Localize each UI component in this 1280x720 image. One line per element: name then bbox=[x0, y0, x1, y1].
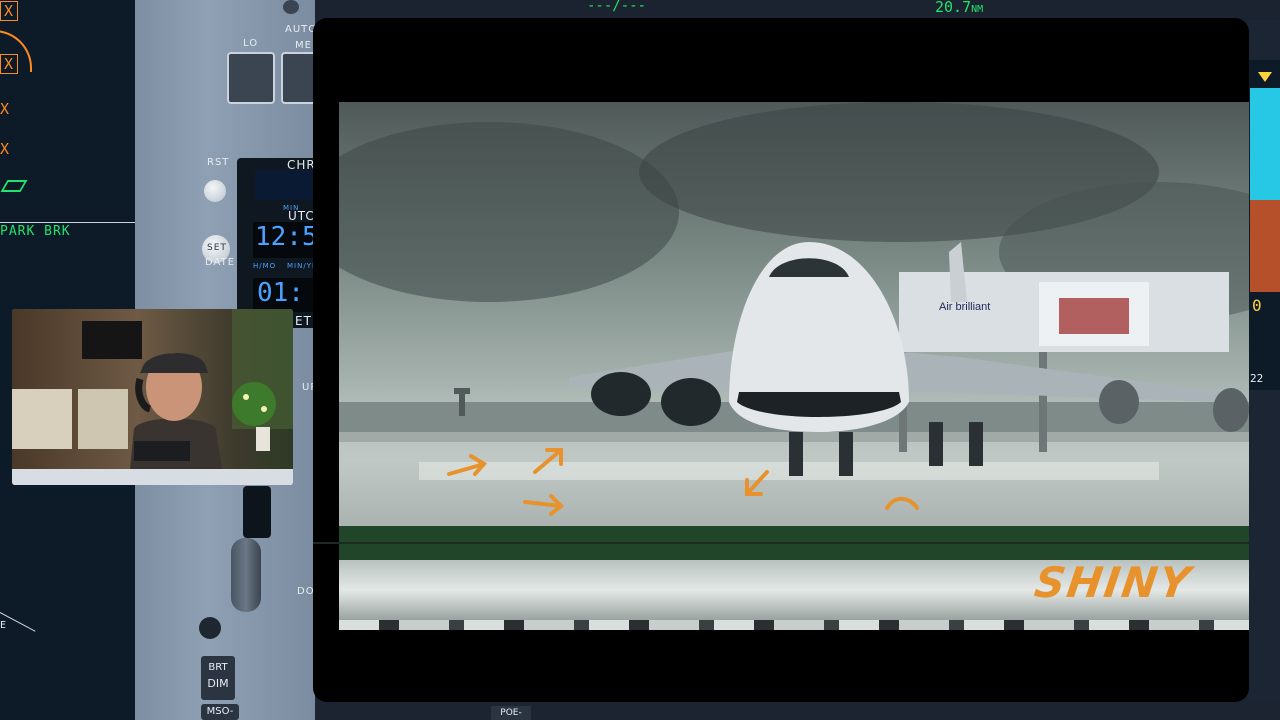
tv bbox=[82, 321, 142, 359]
fairy-light bbox=[243, 394, 249, 400]
rst-label: RST bbox=[207, 157, 230, 168]
ecam-divider bbox=[0, 222, 135, 223]
me-label: ME bbox=[295, 40, 312, 51]
video-divider-line bbox=[313, 542, 1249, 544]
webcam-overlay: murdock76er bbox=[12, 309, 293, 485]
brt-label: BRT bbox=[208, 662, 228, 673]
control-tower-cab bbox=[454, 388, 470, 394]
webcam-footer: murdock76er bbox=[12, 469, 293, 485]
ecam-line-1: X bbox=[0, 1, 19, 21]
lo-label: LO bbox=[243, 38, 259, 49]
do-label: DO bbox=[297, 586, 315, 597]
streamer-cap bbox=[140, 352, 208, 373]
set-label: SET bbox=[207, 243, 227, 253]
cabinet bbox=[78, 389, 128, 449]
dresser bbox=[12, 389, 72, 449]
poe-button[interactable]: POE- bbox=[491, 706, 531, 720]
et-display: 01: bbox=[253, 278, 319, 312]
ecam-arrow-icon bbox=[0, 180, 28, 192]
lever-slot bbox=[243, 486, 271, 538]
cloud bbox=[339, 122, 679, 302]
jet-bridge-leg bbox=[1039, 352, 1047, 452]
microphone bbox=[134, 441, 190, 461]
mso-button[interactable]: MSO- bbox=[201, 704, 239, 720]
speed-trend-icon bbox=[1258, 72, 1272, 82]
ground-tape bbox=[1250, 200, 1280, 292]
plant-pot bbox=[256, 427, 270, 451]
ecam-line-3: X bbox=[0, 100, 11, 118]
lo-button[interactable] bbox=[227, 52, 275, 104]
rst-button[interactable] bbox=[204, 180, 226, 202]
distance-value: 20.7 bbox=[935, 0, 972, 16]
chr-display bbox=[255, 170, 315, 200]
advert-car bbox=[1059, 298, 1129, 334]
lever-handle[interactable] bbox=[231, 538, 261, 612]
panel-screw-icon bbox=[199, 617, 221, 639]
pfd-digit: 0 bbox=[1252, 296, 1262, 315]
webcam-scene bbox=[12, 309, 293, 469]
speed-tape bbox=[1250, 88, 1280, 200]
ecam-line-2: X bbox=[0, 54, 19, 74]
jet-bridge-text: Air brilliant bbox=[939, 301, 990, 313]
video-glitch-strip bbox=[339, 620, 1249, 630]
top-display-strip: ---/--- 20.7NM bbox=[315, 0, 1280, 20]
dim-label: DIM bbox=[207, 677, 229, 690]
date-label: DATE bbox=[205, 257, 236, 268]
pfd-tick: 22 bbox=[1250, 372, 1264, 385]
screw-icon bbox=[283, 0, 299, 14]
utc-label: UTC bbox=[288, 209, 315, 223]
pfd-right-strip: 0 22 bbox=[1248, 60, 1280, 390]
video-overlay[interactable]: Air brilliant SHINY bbox=[313, 18, 1249, 702]
distance-unit: NM bbox=[971, 4, 984, 15]
fairy-light bbox=[261, 406, 267, 412]
hmo-label: H/MO bbox=[253, 262, 277, 270]
dashes-readout: ---/--- bbox=[587, 0, 647, 14]
webcam-feed bbox=[12, 309, 293, 469]
bottom-pedestal-strip: POE- bbox=[315, 700, 1280, 720]
control-tower bbox=[459, 392, 465, 416]
et-label: ET bbox=[295, 314, 312, 328]
shiny-annotation: SHINY bbox=[1031, 558, 1196, 607]
brt-dim-button[interactable]: BRT DIM bbox=[201, 656, 235, 700]
video-frame-airport-scene: Air brilliant SHINY bbox=[339, 102, 1249, 630]
ecam-line-4: X bbox=[0, 140, 11, 158]
plant bbox=[232, 382, 276, 426]
ecam-bottom-label: E bbox=[0, 620, 8, 631]
park-brake-label: PARK BRK bbox=[0, 224, 71, 239]
utc-display: 12:5 bbox=[253, 222, 318, 258]
distance-readout: 20.7NM bbox=[935, 0, 983, 16]
